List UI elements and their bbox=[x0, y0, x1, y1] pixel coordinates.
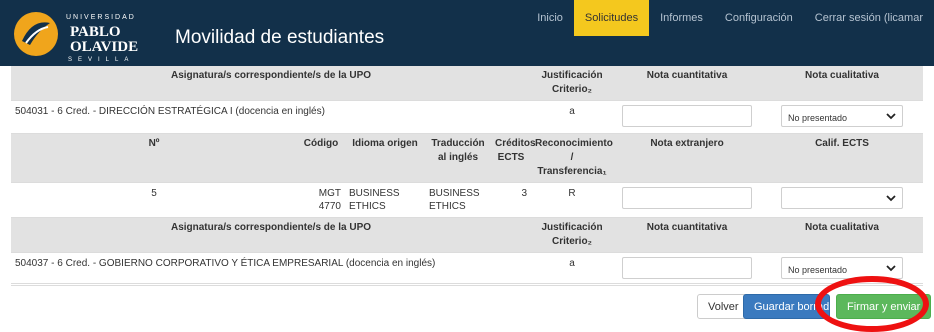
nav-inicio[interactable]: Inicio bbox=[526, 0, 574, 36]
col-asignatura: Asignatura/s correspondiente/s de la UPO bbox=[11, 66, 532, 101]
nota-cualitativa-select[interactable]: No presentado bbox=[781, 105, 904, 127]
nota-cuantitativa-input[interactable] bbox=[622, 105, 753, 127]
nav-informes[interactable]: Informes bbox=[649, 0, 714, 36]
svg-text:SEVILLA: SEVILLA bbox=[68, 57, 134, 63]
col-nota-cuantitativa: Nota cuantitativa bbox=[613, 66, 762, 101]
col-asignatura: Asignatura/s correspondiente/s de la UPO bbox=[11, 217, 532, 253]
calif-ects-select[interactable] bbox=[781, 187, 904, 209]
col-reconocimiento: Reconocimiento / Transferencia₁ bbox=[531, 133, 614, 183]
nota-cualitativa-select[interactable]: No presentado bbox=[781, 257, 904, 279]
select-value: No presentado bbox=[788, 265, 848, 275]
svg-text:UNIVERSIDAD: UNIVERSIDAD bbox=[66, 14, 136, 21]
col-calif-ects: Calif. ECTS bbox=[761, 133, 924, 183]
idioma-cell: BUSINESS ETHICS bbox=[345, 182, 425, 218]
table-row: 504037 - 6 Cred. - GOBIERNO CORPORATIVO … bbox=[11, 252, 924, 286]
nav-solicitudes[interactable]: Solicitudes bbox=[573, 0, 650, 36]
grades-table: Asignatura/s correspondiente/s de la UPO… bbox=[11, 66, 924, 286]
svg-text:PABLO: PABLO bbox=[70, 24, 121, 40]
justificacion-cell: a bbox=[531, 252, 614, 286]
nota-extranjero-cell bbox=[613, 182, 762, 218]
nota-cuantitativa-input[interactable] bbox=[622, 257, 753, 279]
highlight-annotation bbox=[815, 276, 929, 332]
justificacion-cell: a bbox=[531, 100, 614, 134]
col-nota-cuantitativa: Nota cuantitativa bbox=[613, 217, 762, 253]
app-title: Movilidad de estudiantes bbox=[175, 27, 385, 48]
nav-configuracion[interactable]: Configuración bbox=[714, 0, 804, 36]
numero-cell: 5 bbox=[11, 182, 297, 218]
footer-divider bbox=[11, 283, 923, 284]
col-codigo: Código bbox=[297, 133, 345, 183]
chevron-down-icon bbox=[886, 265, 896, 272]
top-nav: Inicio Solicitudes Informes Configuració… bbox=[526, 0, 934, 36]
top-bar: UNIVERSIDAD PABLO OLAVIDE SEVILLA Movili… bbox=[0, 0, 934, 66]
section1-header: Asignatura/s correspondiente/s de la UPO… bbox=[11, 66, 924, 101]
reconocimiento-cell: R bbox=[531, 182, 614, 218]
calif-ects-cell bbox=[761, 182, 924, 218]
col-traduccion: Traducción al inglés bbox=[425, 133, 491, 183]
nota-extranjero-input[interactable] bbox=[622, 187, 753, 209]
volver-button[interactable]: Volver bbox=[697, 294, 750, 319]
col-nota-cualitativa: Nota cualitativa bbox=[761, 217, 924, 253]
col-nota-extranjero: Nota extranjero bbox=[613, 133, 762, 183]
university-logo[interactable]: UNIVERSIDAD PABLO OLAVIDE SEVILLA bbox=[8, 5, 153, 63]
table-row: 504031 - 6 Cred. - DIRECCIÓN ESTRATÉGICA… bbox=[11, 100, 924, 134]
section2-header: Nº Código Idioma origen Traducción al in… bbox=[11, 133, 924, 183]
main-content: Asignatura/s correspondiente/s de la UPO… bbox=[11, 66, 924, 286]
chevron-down-icon bbox=[886, 113, 896, 120]
col-justificacion: Justificación Criterio₂ bbox=[531, 217, 614, 253]
nota-cuantitativa-cell bbox=[613, 100, 762, 134]
nota-cuantitativa-cell bbox=[613, 252, 762, 286]
traduccion-cell: BUSINESS ETHICS bbox=[425, 182, 491, 218]
nota-cualitativa-cell: No presentado bbox=[761, 100, 924, 134]
col-nota-cualitativa: Nota cualitativa bbox=[761, 66, 924, 101]
codigo-cell: MGT 4770 bbox=[297, 182, 345, 218]
asignatura-cell: 504031 - 6 Cred. - DIRECCIÓN ESTRATÉGICA… bbox=[11, 100, 532, 134]
nav-cerrar-sesion[interactable]: Cerrar sesión (licamar bbox=[804, 0, 934, 36]
asignatura-cell: 504037 - 6 Cred. - GOBIERNO CORPORATIVO … bbox=[11, 252, 532, 286]
section3-header: Asignatura/s correspondiente/s de la UPO… bbox=[11, 217, 924, 253]
creditos-cell: 3 bbox=[491, 182, 532, 218]
table-row: 5 MGT 4770 BUSINESS ETHICS BUSINESS ETHI… bbox=[11, 182, 924, 218]
chevron-down-icon bbox=[886, 195, 896, 202]
col-creditos: Créditos ECTS bbox=[491, 133, 536, 183]
col-idioma: Idioma origen bbox=[345, 133, 425, 183]
svg-text:OLAVIDE: OLAVIDE bbox=[70, 39, 138, 55]
col-justificacion: Justificación Criterio₂ bbox=[531, 66, 614, 101]
col-numero: Nº bbox=[11, 133, 297, 183]
select-value: No presentado bbox=[788, 113, 848, 123]
